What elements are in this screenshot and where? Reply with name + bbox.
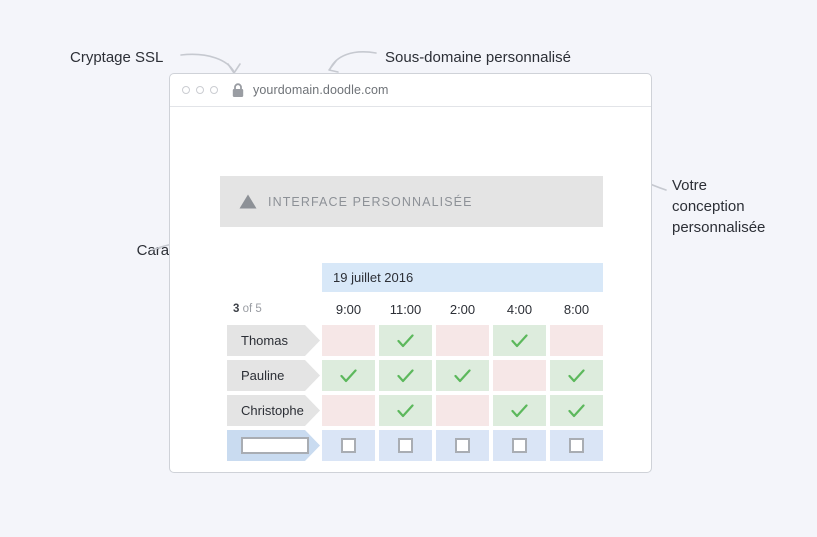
time-slot-headers: 9:00 11:00 2:00 4:00 8:00 [322, 302, 607, 317]
check-icon [568, 403, 585, 417]
participant-row: Pauline [218, 360, 607, 391]
date-row-spacer [218, 262, 320, 293]
check-icon [397, 403, 414, 417]
participant-row: Thomas [218, 325, 607, 356]
name-pennant: Thomas [227, 325, 320, 356]
answer-cell-yes [379, 325, 432, 356]
participant-count-total: of 5 [239, 303, 262, 315]
check-icon [454, 368, 471, 382]
brand-banner-label: INTERFACE PERSONNALISÉE [268, 194, 473, 209]
answer-cell-no [493, 360, 546, 391]
participant-name-cell: Christophe [218, 395, 320, 426]
time-slot-header[interactable]: 4:00 [493, 302, 546, 317]
vote-cell[interactable] [322, 430, 375, 461]
poll-date-label: 19 juillet 2016 [322, 263, 603, 292]
vote-cell[interactable] [550, 430, 603, 461]
participant-count: 3 of 5 [218, 303, 320, 315]
time-slot-header[interactable]: 9:00 [322, 302, 375, 317]
answer-cell-yes [550, 360, 603, 391]
vote-checkbox-cells [322, 430, 607, 461]
check-icon [397, 333, 414, 347]
participant-row: Christophe [218, 395, 607, 426]
vote-cell[interactable] [493, 430, 546, 461]
poll-times-row: 3 of 5 9:00 11:00 2:00 4:00 8:00 [218, 293, 607, 325]
answer-cell-no [436, 325, 489, 356]
poll-date-row: 19 juillet 2016 [218, 262, 607, 293]
poll-grid: 19 juillet 2016 3 of 5 9:00 11:00 2:00 4… [218, 262, 607, 461]
browser-window: yourdomain.doodle.com INTERFACE PERSONNA… [169, 73, 652, 473]
answer-cell-no [436, 395, 489, 426]
vote-checkbox[interactable] [455, 438, 470, 453]
answer-cell-no [322, 395, 375, 426]
answer-cell-yes [493, 395, 546, 426]
vote-cell[interactable] [436, 430, 489, 461]
time-slot-header[interactable]: 11:00 [379, 302, 432, 317]
vote-checkbox[interactable] [398, 438, 413, 453]
name-pennant: Christophe [227, 395, 320, 426]
answer-cell-yes [379, 395, 432, 426]
window-dot-close[interactable] [182, 86, 190, 94]
answer-cell-yes [493, 325, 546, 356]
name-input[interactable] [241, 437, 309, 454]
check-icon [340, 368, 357, 382]
participant-rows: Thomas Pauline Christophe [218, 325, 607, 426]
time-slot-header[interactable]: 8:00 [550, 302, 603, 317]
vote-cell[interactable] [379, 430, 432, 461]
answer-cell-yes [550, 395, 603, 426]
annotation-votre-conception: Votre conception personnalisée [672, 177, 766, 236]
check-icon [568, 368, 585, 382]
lock-icon [232, 82, 244, 97]
participant-name: Thomas [241, 333, 288, 348]
participant-name: Christophe [241, 403, 304, 418]
answer-cell-no [322, 325, 375, 356]
vote-checkbox[interactable] [569, 438, 584, 453]
vote-row [218, 430, 607, 461]
name-pennant-voter [227, 430, 320, 461]
vote-checkbox[interactable] [512, 438, 527, 453]
vote-name-cell [218, 430, 320, 461]
vote-checkbox[interactable] [341, 438, 356, 453]
check-icon [511, 333, 528, 347]
answer-cells [322, 360, 607, 391]
annotation-cryptage-ssl: Cryptage SSL [70, 49, 164, 66]
time-slot-header[interactable]: 2:00 [436, 302, 489, 317]
address-bar-url[interactable]: yourdomain.doodle.com [253, 83, 389, 97]
answer-cells [322, 325, 607, 356]
browser-chrome-bar: yourdomain.doodle.com [170, 74, 651, 107]
answer-cell-yes [379, 360, 432, 391]
check-icon [511, 403, 528, 417]
answer-cell-no [550, 325, 603, 356]
page-content: INTERFACE PERSONNALISÉE 19 juillet 2016 … [170, 107, 651, 472]
window-dot-maximize[interactable] [210, 86, 218, 94]
answer-cell-yes [436, 360, 489, 391]
window-dot-minimize[interactable] [196, 86, 204, 94]
screenshot-stage: Cryptage SSL Sous-domaine personnalisé V… [0, 0, 817, 537]
brand-banner: INTERFACE PERSONNALISÉE [220, 176, 603, 227]
triangle-logo-icon [239, 194, 257, 209]
participant-name: Pauline [241, 368, 285, 383]
check-icon [397, 368, 414, 382]
answer-cell-yes [322, 360, 375, 391]
answer-cells [322, 395, 607, 426]
name-pennant: Pauline [227, 360, 320, 391]
annotation-sous-domaine: Sous-domaine personnalisé [385, 49, 571, 66]
participant-name-cell: Thomas [218, 325, 320, 356]
participant-name-cell: Pauline [218, 360, 320, 391]
